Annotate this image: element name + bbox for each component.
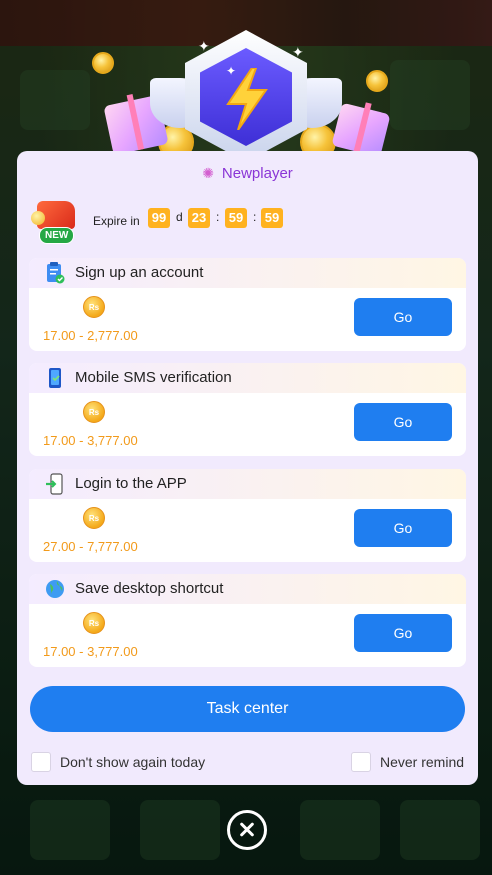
reward-range: 17.00 - 2,777.00: [43, 328, 138, 343]
expire-countdown: NEW Expire in 99 d 23 : 59 : 59: [31, 197, 331, 245]
reward-range: 17.00 - 3,777.00: [43, 644, 138, 659]
rupee-coin-icon: Rs: [83, 296, 105, 318]
modal-title: ✺ Newplayer: [17, 165, 478, 182]
new-gift-icon: NEW: [31, 197, 87, 245]
countdown-separator: :: [216, 210, 220, 224]
go-button-sign-up[interactable]: Go: [354, 298, 452, 336]
dont-show-today-label: Don't show again today: [60, 754, 206, 770]
close-icon[interactable]: [227, 810, 267, 850]
rupee-coin-icon: Rs: [83, 507, 105, 529]
reward-range: 17.00 - 3,777.00: [43, 433, 138, 448]
task-card-login-app: Login to the APP Rs 27.00 - 7,777.00 Go: [29, 469, 466, 562]
never-remind-option[interactable]: Never remind: [351, 751, 464, 773]
task-center-button[interactable]: Task center: [30, 686, 465, 732]
go-button-desktop-shortcut[interactable]: Go: [354, 614, 452, 652]
countdown-days: 99: [148, 208, 170, 228]
phone-login-icon: [46, 473, 63, 495]
sparkle-icon: ✦: [198, 38, 210, 54]
never-remind-label: Never remind: [380, 754, 465, 770]
go-button-sms-verification[interactable]: Go: [354, 403, 452, 441]
dont-show-today-option[interactable]: Don't show again today: [31, 751, 205, 773]
task-title: Mobile SMS verification: [75, 369, 232, 386]
countdown-separator: :: [253, 210, 257, 224]
task-title: Login to the APP: [75, 475, 187, 492]
task-title: Sign up an account: [75, 264, 204, 281]
coin-icon: [366, 70, 388, 92]
sparkle-icon: ✦: [292, 44, 304, 60]
countdown-day-unit: d: [176, 210, 183, 224]
rupee-coin-icon: Rs: [83, 612, 105, 634]
dont-show-today-checkbox[interactable]: [31, 752, 51, 772]
task-title: Save desktop shortcut: [75, 580, 224, 597]
go-button-login-app[interactable]: Go: [354, 509, 452, 547]
modal-title-text: Newplayer: [221, 165, 293, 182]
task-card-sms-verification: Mobile SMS verification Rs 17.00 - 3,777…: [29, 363, 466, 456]
phone-icon: [49, 368, 61, 388]
globe-icon: [46, 580, 64, 598]
newplayer-modal: ✺ Newplayer NEW Expire in 99 d 23 : 59 : …: [17, 151, 478, 785]
rupee-coin-icon: Rs: [83, 401, 105, 423]
clipboard-check-icon: [47, 262, 65, 284]
task-card-sign-up: Sign up an account Rs 17.00 - 2,777.00 G…: [29, 258, 466, 351]
countdown-minutes: 59: [225, 208, 247, 228]
never-remind-checkbox[interactable]: [351, 752, 371, 772]
gift-sparkle-icon: ✺: [202, 165, 214, 181]
expire-label: Expire in: [93, 214, 140, 228]
countdown-seconds: 59: [261, 208, 283, 228]
coin-icon: [92, 52, 114, 74]
new-badge-label: NEW: [39, 227, 75, 244]
task-card-desktop-shortcut: Save desktop shortcut Rs 17.00 - 3,777.0…: [29, 574, 466, 667]
countdown-hours: 23: [188, 208, 210, 228]
newplayer-badge-illustration: ✦ ✦ ✦: [0, 0, 492, 162]
reward-range: 27.00 - 7,777.00: [43, 539, 138, 554]
sparkle-icon: ✦: [226, 64, 237, 78]
